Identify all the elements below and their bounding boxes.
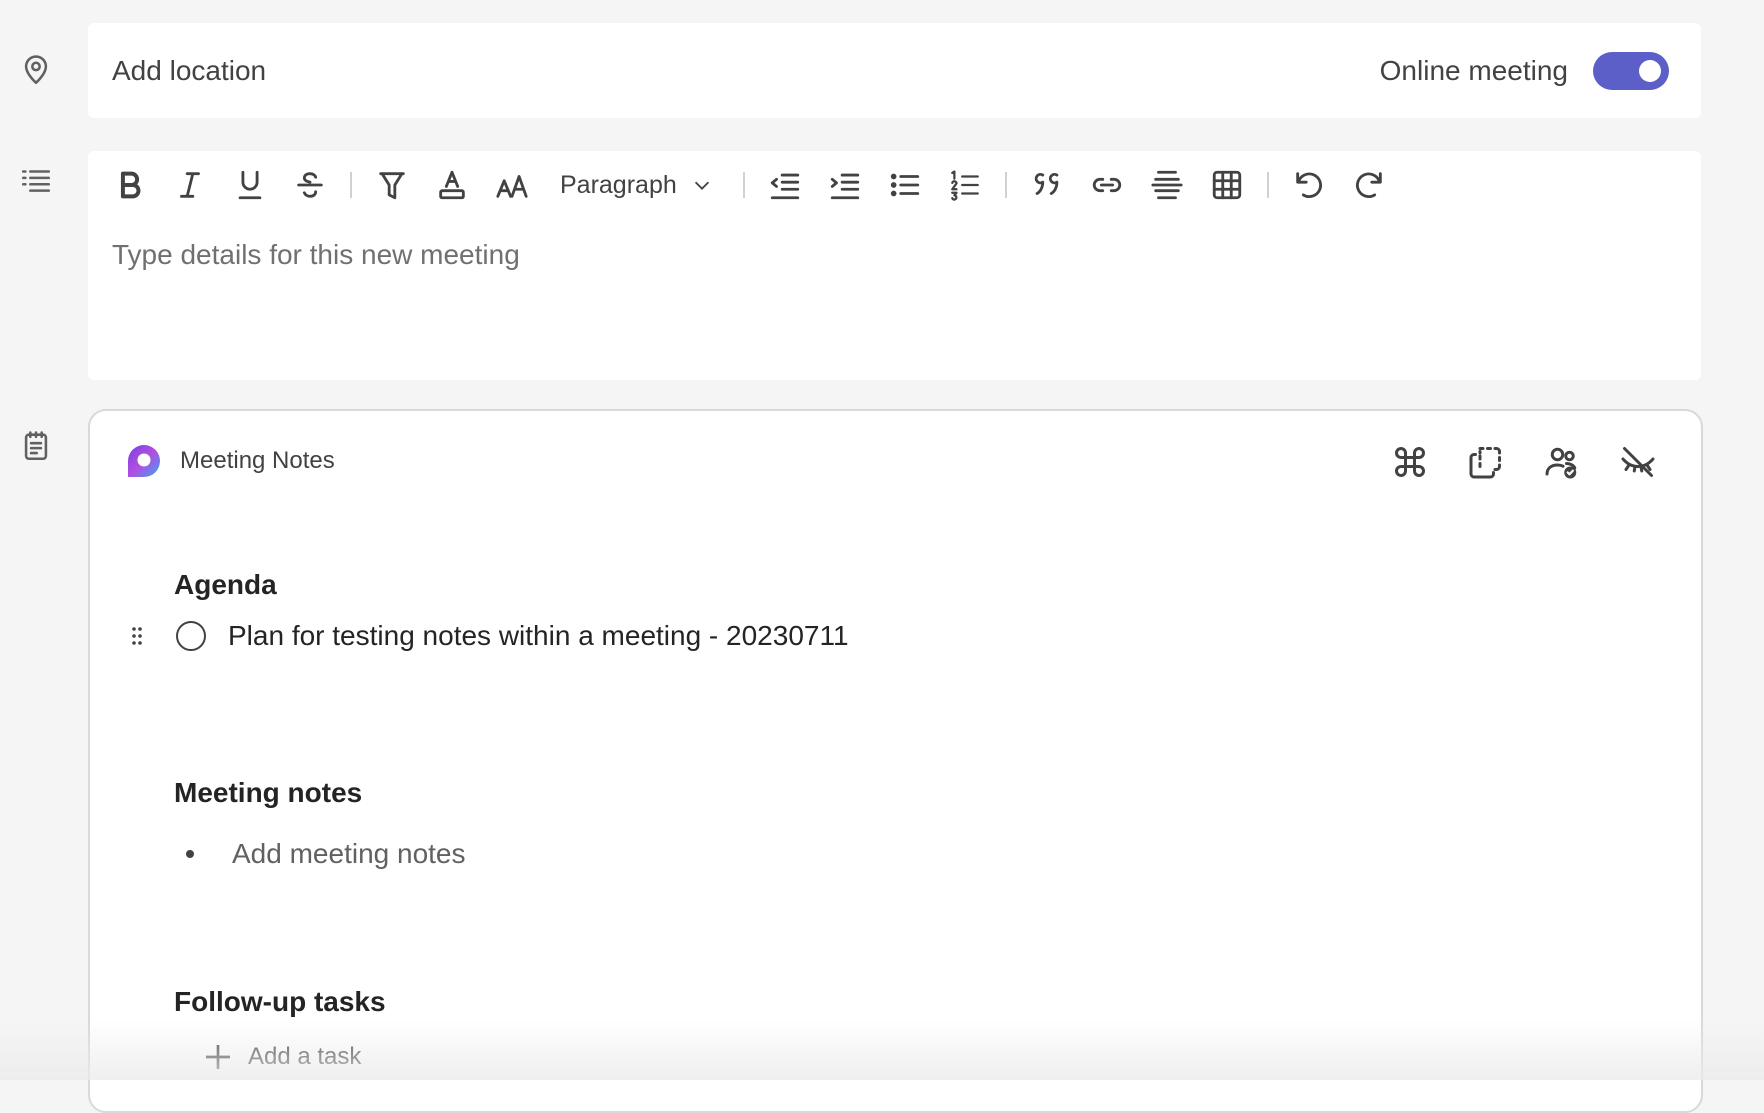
text-description-icon: [18, 162, 54, 198]
formatting-toolbar: Paragraph: [100, 163, 1399, 207]
toolbar-divider: [350, 172, 352, 198]
toolbar-divider: [1266, 172, 1269, 198]
loop-logo-icon: [128, 445, 160, 477]
font-color-button[interactable]: [422, 163, 482, 207]
notes-header: Meeting Notes: [126, 441, 335, 481]
agenda-heading: Agenda: [174, 569, 277, 600]
notes-placeholder[interactable]: Add meeting notes: [232, 838, 466, 870]
undo-button[interactable]: [1279, 163, 1339, 207]
undo-icon: [1296, 172, 1322, 198]
notes-actions: [1387, 439, 1661, 485]
horizontal-rule-button[interactable]: [1137, 163, 1197, 207]
meeting-notes-heading: Meeting notes: [174, 777, 363, 808]
agenda-item: Plan for testing notes within a meeting …: [120, 616, 849, 656]
chevron-down-icon: [694, 181, 709, 190]
details-editor: Paragraph: [88, 151, 1701, 380]
notes-bullet-item[interactable]: Add meeting notes: [186, 838, 466, 870]
font-size-button[interactable]: [482, 163, 542, 207]
copy-component-icon: [1469, 447, 1501, 479]
italic-icon: [180, 172, 200, 198]
online-meeting-toggle[interactable]: [1593, 52, 1669, 90]
add-location-field[interactable]: Add location: [112, 23, 266, 118]
location-pin-icon: [18, 52, 54, 88]
paragraph-style-label: Paragraph: [560, 170, 677, 199]
bullet-list-icon: [890, 173, 919, 197]
toggle-knob: [1639, 60, 1661, 82]
increase-indent-icon: [830, 173, 859, 200]
table-button[interactable]: [1197, 163, 1257, 207]
quote-icon: [1034, 173, 1059, 195]
underline-icon: [238, 170, 262, 200]
redo-button[interactable]: [1339, 163, 1399, 207]
people-check-icon: [1545, 447, 1577, 479]
font-color-icon: [439, 170, 465, 200]
underline-button[interactable]: [220, 163, 280, 207]
horizontal-rule-icon: [1151, 170, 1183, 200]
bold-icon: [120, 171, 141, 199]
bullet-list-button[interactable]: [875, 163, 935, 207]
commands-button[interactable]: [1387, 439, 1433, 485]
redo-icon: [1355, 172, 1382, 198]
eye-off-icon: [1621, 447, 1655, 477]
online-meeting-label: Online meeting: [1379, 55, 1568, 86]
location-card: Add location Online meeting: [88, 23, 1701, 118]
command-icon: [1395, 447, 1425, 477]
copy-component-button[interactable]: [1463, 439, 1509, 485]
toolbar-divider: [742, 172, 745, 198]
notes-clipboard-icon: [18, 428, 54, 464]
plus-icon: [206, 1045, 230, 1069]
decrease-indent-button[interactable]: [755, 163, 815, 207]
decrease-indent-icon: [770, 173, 799, 200]
increase-indent-button[interactable]: [815, 163, 875, 207]
meeting-details-input[interactable]: [112, 239, 1672, 271]
link-button[interactable]: [1077, 163, 1137, 207]
quote-button[interactable]: [1017, 163, 1077, 207]
add-task-button[interactable]: Add a task: [202, 1041, 361, 1073]
follow-up-tasks-heading: Follow-up tasks: [174, 986, 386, 1017]
strikethrough-button[interactable]: [280, 163, 340, 207]
numbered-list-icon: [950, 170, 979, 201]
highlight-icon: [379, 172, 405, 200]
table-icon: [1212, 170, 1241, 200]
agenda-item-checkbox[interactable]: [176, 621, 206, 651]
bold-button[interactable]: [100, 163, 160, 207]
drag-handle-icon[interactable]: [120, 619, 154, 653]
font-size-icon: [496, 175, 528, 198]
strikethrough-icon: [297, 172, 323, 198]
access-button[interactable]: [1539, 439, 1585, 485]
toolbar-divider: [1004, 172, 1007, 198]
bullet-dot: [186, 850, 194, 858]
agenda-item-text[interactable]: Plan for testing notes within a meeting …: [228, 620, 849, 652]
hide-notes-button[interactable]: [1615, 439, 1661, 485]
highlight-button[interactable]: [362, 163, 422, 207]
notes-title: Meeting Notes: [180, 447, 335, 474]
link-icon: [1092, 177, 1121, 193]
numbered-list-button[interactable]: [935, 163, 995, 207]
meeting-notes-card: Meeting Notes Agenda Plan for testing no…: [88, 409, 1703, 1113]
add-task-label: Add a task: [248, 1043, 362, 1070]
paragraph-style-dropdown[interactable]: Paragraph: [542, 163, 733, 207]
italic-button[interactable]: [160, 163, 220, 207]
